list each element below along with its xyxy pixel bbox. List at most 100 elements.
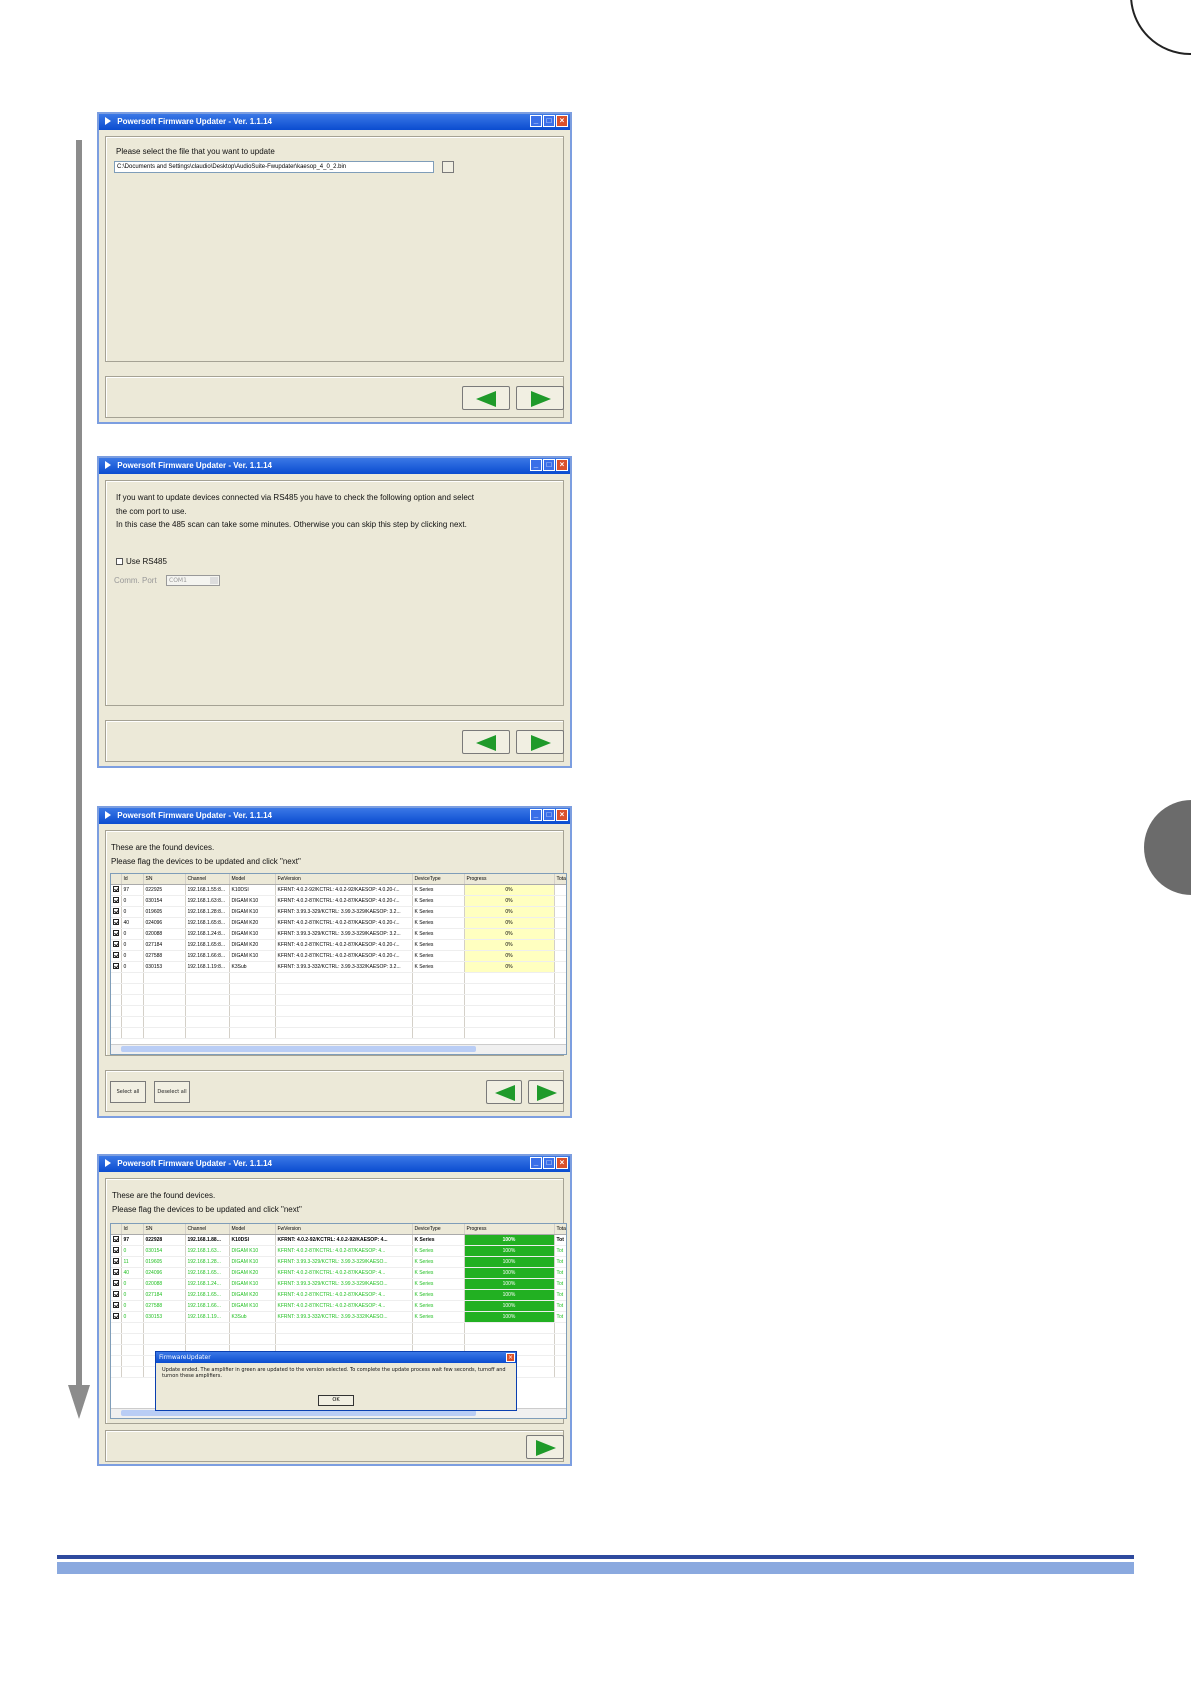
row-checkbox[interactable] [111, 961, 122, 973]
next-button[interactable] [526, 1435, 564, 1459]
column-header[interactable]: FwVersion [275, 1224, 413, 1235]
column-header[interactable]: Channel [185, 1224, 230, 1235]
table-row[interactable]: 0 020088 192.168.1.24:8... DIGAM K10 KFRNT: … [111, 928, 566, 940]
row-checkbox[interactable] [111, 1245, 122, 1257]
dialog-title: FirmwareUpdater [159, 1354, 211, 1361]
row-checkbox[interactable] [111, 884, 122, 896]
scrollbar-thumb[interactable] [121, 1046, 476, 1052]
close-button[interactable]: × [556, 1157, 568, 1169]
cell-fwversion: KFRNT: 3.99.3-329/KCTRL: 3.99.3-329/KAES… [275, 1278, 413, 1290]
close-button[interactable]: × [556, 809, 568, 821]
table-row[interactable]: 0 027588 192.168.1.66... DIGAM K10 KFRNT: 4.… [111, 1300, 566, 1312]
row-checkbox[interactable] [111, 1278, 122, 1290]
minimize-button[interactable]: _ [530, 809, 542, 821]
back-button[interactable] [462, 386, 510, 410]
back-button[interactable] [462, 730, 510, 754]
column-header[interactable]: FwVersion [275, 874, 413, 885]
table-row[interactable]: 0 019605 192.168.1.28:8... DIGAM K10 KFRNT: … [111, 906, 566, 918]
cell-total: Tot [554, 1234, 566, 1246]
cell-model: DIGAM K10 [229, 906, 276, 918]
column-header[interactable]: Progress [464, 874, 555, 885]
row-checkbox[interactable] [111, 906, 122, 918]
table-row[interactable]: 0 027588 192.168.1.66:8... DIGAM K10 KFRNT: … [111, 950, 566, 962]
row-checkbox[interactable] [111, 895, 122, 907]
maximize-button[interactable]: □ [543, 1157, 555, 1169]
next-button[interactable] [528, 1080, 564, 1104]
row-checkbox[interactable] [111, 1256, 122, 1268]
dialog-ok-button[interactable]: OK [318, 1395, 354, 1406]
cell-id: 0 [121, 928, 144, 940]
back-button[interactable] [486, 1080, 522, 1104]
comm-port-select[interactable]: COM1 [166, 575, 220, 586]
minimize-button[interactable]: _ [530, 459, 542, 471]
cell-id: 0 [121, 895, 144, 907]
checkbox-checked-icon [113, 897, 119, 903]
table-row[interactable]: 0 030154 192.168.1.63... DIGAM K10 KFRNT: 4.… [111, 1245, 566, 1257]
table-row[interactable]: 0 027184 192.168.1.65... DIGAM K20 KFRNT: 4.… [111, 1289, 566, 1301]
arrow-right-icon [531, 391, 551, 407]
cell-total [554, 906, 566, 918]
deselect-all-button[interactable]: Deselect all [154, 1081, 190, 1103]
column-header[interactable]: DeviceType [412, 874, 465, 885]
row-checkbox[interactable] [111, 1289, 122, 1301]
row-checkbox[interactable] [111, 1267, 122, 1279]
table-row[interactable]: 40 024096 192.168.1.65... DIGAM K20 KFRNT: 4… [111, 1267, 566, 1279]
table-row[interactable]: 0 020088 192.168.1.24... DIGAM K10 KFRNT: 3.… [111, 1278, 566, 1290]
row-checkbox[interactable] [111, 1300, 122, 1312]
column-header[interactable]: Id [121, 1224, 144, 1235]
horizontal-scrollbar[interactable] [111, 1044, 566, 1054]
cell-sn: 020088 [143, 928, 186, 940]
column-header[interactable]: Channel [185, 874, 230, 885]
minimize-button[interactable]: _ [530, 115, 542, 127]
table-row[interactable]: 97 022928 192.168.1.88... K10DSI KFRNT: 4.0.… [111, 1234, 566, 1246]
column-header[interactable] [111, 1224, 122, 1235]
title-bar: Powersoft Firmware Updater - Ver. 1.1.14… [99, 808, 570, 824]
checkbox-checked-icon [113, 1258, 119, 1264]
table-row[interactable]: 0 027184 192.168.1.65:8... DIGAM K20 KFRNT: … [111, 939, 566, 951]
table-row[interactable]: 40 024096 192.168.1.65:8... DIGAM K20 KFRNT:… [111, 917, 566, 929]
cell-channel: 192.168.1.65:8... [185, 917, 230, 929]
file-path-input[interactable]: C:\Documents and Settings\claudio\Deskto… [114, 161, 434, 173]
row-checkbox[interactable] [111, 917, 122, 929]
cell-fwversion: KFRNT: 3.99.3-332/KCTRL: 3.99.3-332/KAES… [275, 1311, 413, 1323]
arrow-right-icon [536, 1440, 556, 1456]
column-header[interactable]: Model [229, 1224, 276, 1235]
maximize-button[interactable]: □ [543, 459, 555, 471]
column-header[interactable]: Total [554, 874, 566, 885]
dialog-title-bar: FirmwareUpdater × [156, 1352, 516, 1363]
row-checkbox[interactable] [111, 1311, 122, 1323]
minimize-button[interactable]: _ [530, 1157, 542, 1169]
column-header[interactable]: Model [229, 874, 276, 885]
maximize-button[interactable]: □ [543, 115, 555, 127]
use-rs485-checkbox[interactable]: Use RS485 [116, 557, 167, 566]
select-all-button[interactable]: Select all [110, 1081, 146, 1103]
next-button[interactable] [516, 386, 564, 410]
table-row[interactable]: 0 030154 192.168.1.63:8... DIGAM K10 KFRNT: … [111, 895, 566, 907]
close-button[interactable]: × [556, 459, 568, 471]
column-header[interactable]: SN [143, 1224, 186, 1235]
next-button[interactable] [516, 730, 564, 754]
table-row[interactable]: 97 022925 192.168.1.55:8... K10DSI KFRNT: 4.… [111, 884, 566, 896]
table-row[interactable]: 0 030153 192.168.1.19:8... K3Sub KFRNT: 3.99… [111, 961, 566, 973]
table-row[interactable]: 0 030153 192.168.1.19... K3Sub KFRNT: 3.99.3… [111, 1311, 566, 1323]
row-checkbox[interactable] [111, 1234, 122, 1246]
column-header[interactable]: Total [554, 1224, 566, 1235]
browse-button[interactable] [442, 161, 454, 173]
row-checkbox[interactable] [111, 928, 122, 940]
column-header[interactable] [111, 874, 122, 885]
dialog-close-button[interactable]: × [506, 1353, 515, 1362]
cell-progress: 100% [464, 1234, 555, 1246]
cell-total [554, 928, 566, 940]
app-icon [105, 117, 111, 125]
column-header[interactable]: SN [143, 874, 186, 885]
maximize-button[interactable]: □ [543, 809, 555, 821]
empty-row [111, 994, 566, 1006]
table-row[interactable]: 11 019605 192.168.1.28... DIGAM K10 KFRNT: 3… [111, 1256, 566, 1268]
column-header[interactable]: DeviceType [412, 1224, 465, 1235]
row-checkbox[interactable] [111, 939, 122, 951]
column-header[interactable]: Progress [464, 1224, 555, 1235]
devices-info-line2: Please flag the devices to be updated an… [112, 1205, 302, 1214]
column-header[interactable]: Id [121, 874, 144, 885]
row-checkbox[interactable] [111, 950, 122, 962]
close-button[interactable]: × [556, 115, 568, 127]
